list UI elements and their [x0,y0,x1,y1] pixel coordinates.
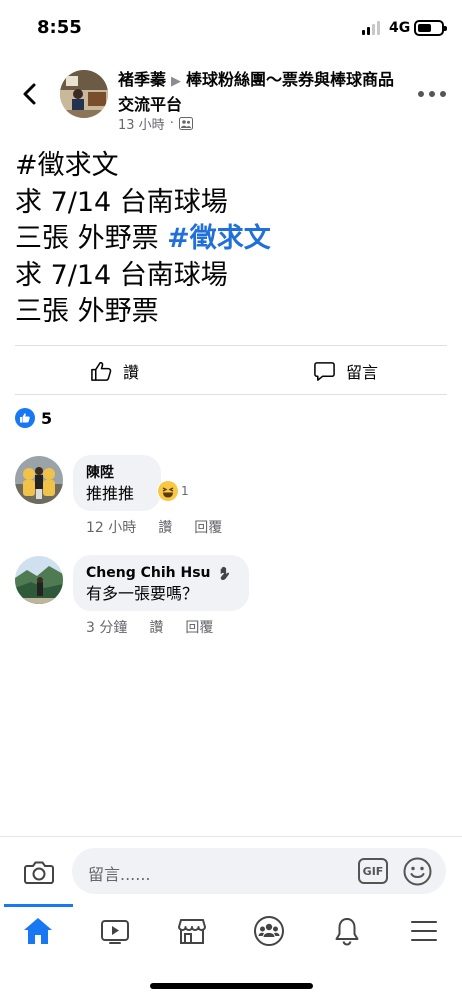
author-name[interactable]: 褚季蓁 [118,70,166,89]
network-label: 4G [389,20,411,36]
tab-home[interactable] [20,913,56,949]
bell-icon [335,918,359,946]
tab-menu[interactable] [406,913,442,949]
comment-time: 12 小時 [86,520,137,536]
reaction-count: 5 [41,408,53,428]
home-icon [24,918,52,944]
commenter-photo [15,456,63,504]
commenter-avatar[interactable] [15,556,63,604]
tab-video[interactable] [97,913,133,949]
comment-bubble[interactable]: 陳陞 推推推 [73,455,161,511]
emoji-button[interactable] [403,857,432,886]
comment-reaction-summary[interactable]: 1 [157,480,193,502]
like-reaction-icon [15,408,35,428]
marketplace-icon [178,919,206,944]
tab-groups[interactable] [251,913,287,949]
groups-icon [254,916,284,946]
more-options-button[interactable] [418,91,446,99]
commenter-avatar[interactable] [15,456,63,504]
signal-icon [362,21,382,35]
group-icon [178,117,193,130]
back-button[interactable] [16,80,44,108]
tab-marketplace[interactable] [174,913,210,949]
comment-like-button[interactable]: 讚 [158,517,172,537]
post-line: 求 7/14 台南球場 [15,259,228,291]
camera-button[interactable] [23,856,55,888]
post-line: 求 7/14 台南球場 [15,186,228,218]
like-label: 讚 [123,363,140,382]
comment-time: 3 分鐘 [86,620,128,636]
commenter-photo [15,556,63,604]
comment-like-button[interactable]: 讚 [149,617,163,637]
video-icon [101,920,129,944]
camera-icon [24,861,54,884]
menu-icon [411,921,437,941]
author-photo [60,70,108,118]
battery-icon [414,20,447,36]
like-button[interactable]: 讚 [90,356,139,386]
comment-button[interactable]: 留言 [313,356,378,386]
divider [15,394,447,395]
post-body: #徵求文 求 7/14 台南球場 三張 外野票 #徵求文 求 7/14 台南球場… [15,148,447,331]
comment-input-placeholder: 留言...... [88,865,151,884]
meta-separator: · [169,116,174,131]
post-header-title: 褚季蓁 ▶ 棒球粉絲團～票券與棒球商品交流平台 [118,68,398,116]
comment-label: 留言 [346,363,379,382]
status-time: 8:55 [37,17,82,38]
haha-reaction-icon [158,481,178,501]
status-bar: 8:55 4G [0,0,462,58]
post-line: 三張 外野票 [15,296,159,327]
tab-notifications[interactable] [329,913,365,949]
active-tab-indicator [4,904,73,907]
home-indicator [150,983,313,989]
comment-reaction-count: 1 [181,484,189,498]
author-avatar[interactable] [60,70,108,118]
comment-text: 推推推 [86,484,135,503]
comment-reply-button[interactable]: 回覆 [194,517,222,537]
comment-bubble[interactable]: Cheng Chih Hsu 有多一張要嗎？ [73,555,249,611]
triangle-right-icon: ▶ [171,74,182,89]
reaction-summary[interactable]: 5 [15,408,52,428]
divider [15,345,447,346]
commenter-name[interactable]: 陳陞 [86,463,148,483]
post-time: 13 小時 [118,118,165,133]
comment-meta: 12 小時 讚 回覆 [86,517,222,537]
post-line: #徵求文 [15,150,119,181]
post-line: 三張 外野票 #徵求文 [15,223,271,254]
smiley-icon [403,857,432,886]
gif-button[interactable]: GIF [358,858,388,884]
comment-meta: 3 分鐘 讚 回覆 [86,617,213,637]
comment-icon [314,361,335,381]
thumbs-up-icon [91,361,112,381]
post-meta: 13 小時 · [118,114,193,133]
chevron-left-icon [23,83,36,105]
commenter-name[interactable]: Cheng Chih Hsu [86,563,211,583]
hashtag-link[interactable]: #徵求文 [167,223,271,254]
comment-reply-button[interactable]: 回覆 [185,617,213,637]
commenter-name-row: Cheng Chih Hsu [86,563,236,583]
comment-text: 有多一張要嗎？ [86,584,199,603]
waving-hand-icon [220,566,229,581]
